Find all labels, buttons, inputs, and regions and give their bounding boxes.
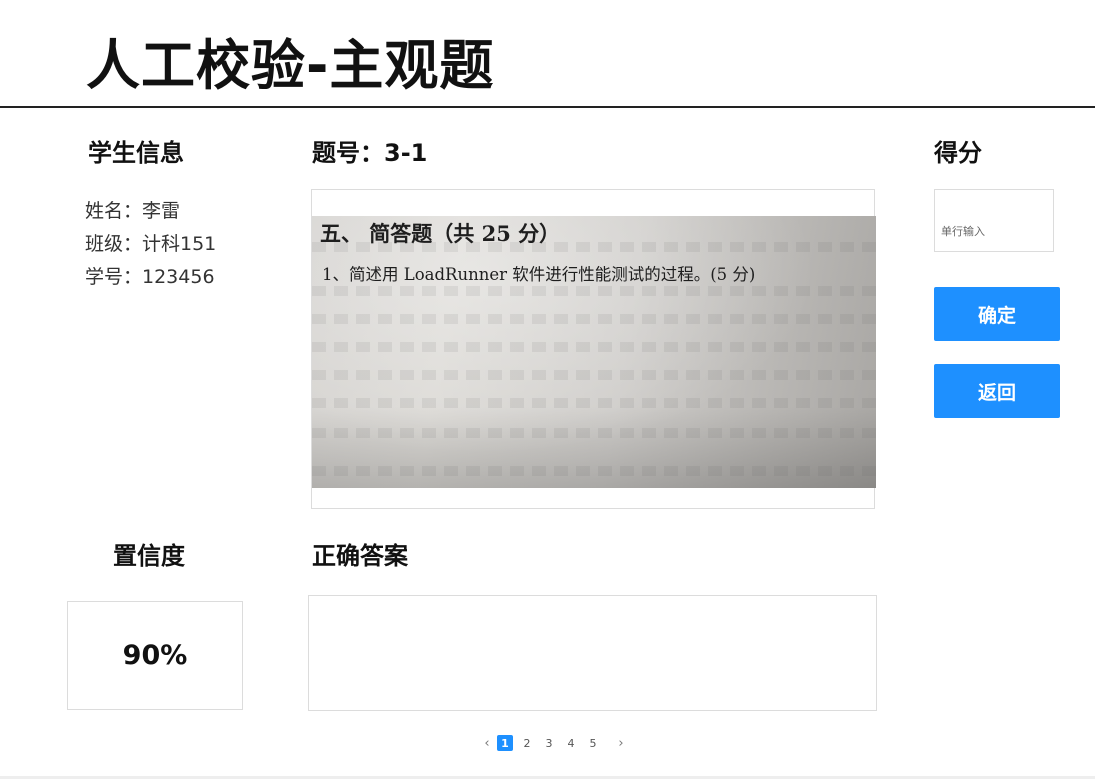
answer-image-frame: 五、 简答题（共 25 分） 1、简述用 LoadRunner 软件进行性能测试… xyxy=(311,189,876,509)
photo-bleed-line xyxy=(312,286,876,296)
student-info-heading: 学生信息 xyxy=(88,139,184,167)
photo-section-title: 五、 简答题（共 25 分） xyxy=(320,221,561,246)
correct-answer-heading: 正确答案 xyxy=(312,542,408,570)
back-button[interactable]: 返回 xyxy=(934,364,1060,418)
page-5[interactable]: 5 xyxy=(585,735,601,751)
question-number-heading: 题号：3-1 xyxy=(312,139,428,167)
student-id: 学号：123456 xyxy=(85,266,215,288)
photo-bleed-line xyxy=(312,342,876,352)
photo-bleed-line xyxy=(312,314,876,324)
title-divider xyxy=(0,106,1095,108)
page-title: 人工校验-主观题 xyxy=(86,34,495,97)
score-heading: 得分 xyxy=(934,139,982,167)
photo-bleed-line xyxy=(312,428,876,438)
photo-question-line: 1、简述用 LoadRunner 软件进行性能测试的过程。(5 分) xyxy=(322,265,756,284)
photo-bleed-line xyxy=(312,398,876,408)
score-input[interactable] xyxy=(934,189,1054,252)
confidence-value: 90% xyxy=(67,601,243,710)
page-3[interactable]: 3 xyxy=(541,735,557,751)
prev-page-icon[interactable]: ‹ xyxy=(480,736,494,751)
answer-photo: 五、 简答题（共 25 分） 1、简述用 LoadRunner 软件进行性能测试… xyxy=(312,216,876,488)
student-name: 姓名：李雷 xyxy=(85,200,181,222)
confidence-heading: 置信度 xyxy=(113,542,185,570)
page-4[interactable]: 4 xyxy=(563,735,579,751)
page-1[interactable]: 1 xyxy=(497,735,513,751)
confirm-button[interactable]: 确定 xyxy=(934,287,1060,341)
page-2[interactable]: 2 xyxy=(519,735,535,751)
correct-answer-box xyxy=(308,595,877,711)
photo-shading xyxy=(312,216,876,488)
next-page-icon[interactable]: › xyxy=(614,736,628,751)
student-info-block: 姓名：李雷 班级：计科151 学号：123456 xyxy=(85,195,216,294)
pagination: ‹ 1 2 3 4 5 › xyxy=(480,733,628,753)
student-class: 班级：计科151 xyxy=(85,233,217,255)
photo-bleed-line xyxy=(312,466,876,476)
photo-bleed-line xyxy=(312,370,876,380)
